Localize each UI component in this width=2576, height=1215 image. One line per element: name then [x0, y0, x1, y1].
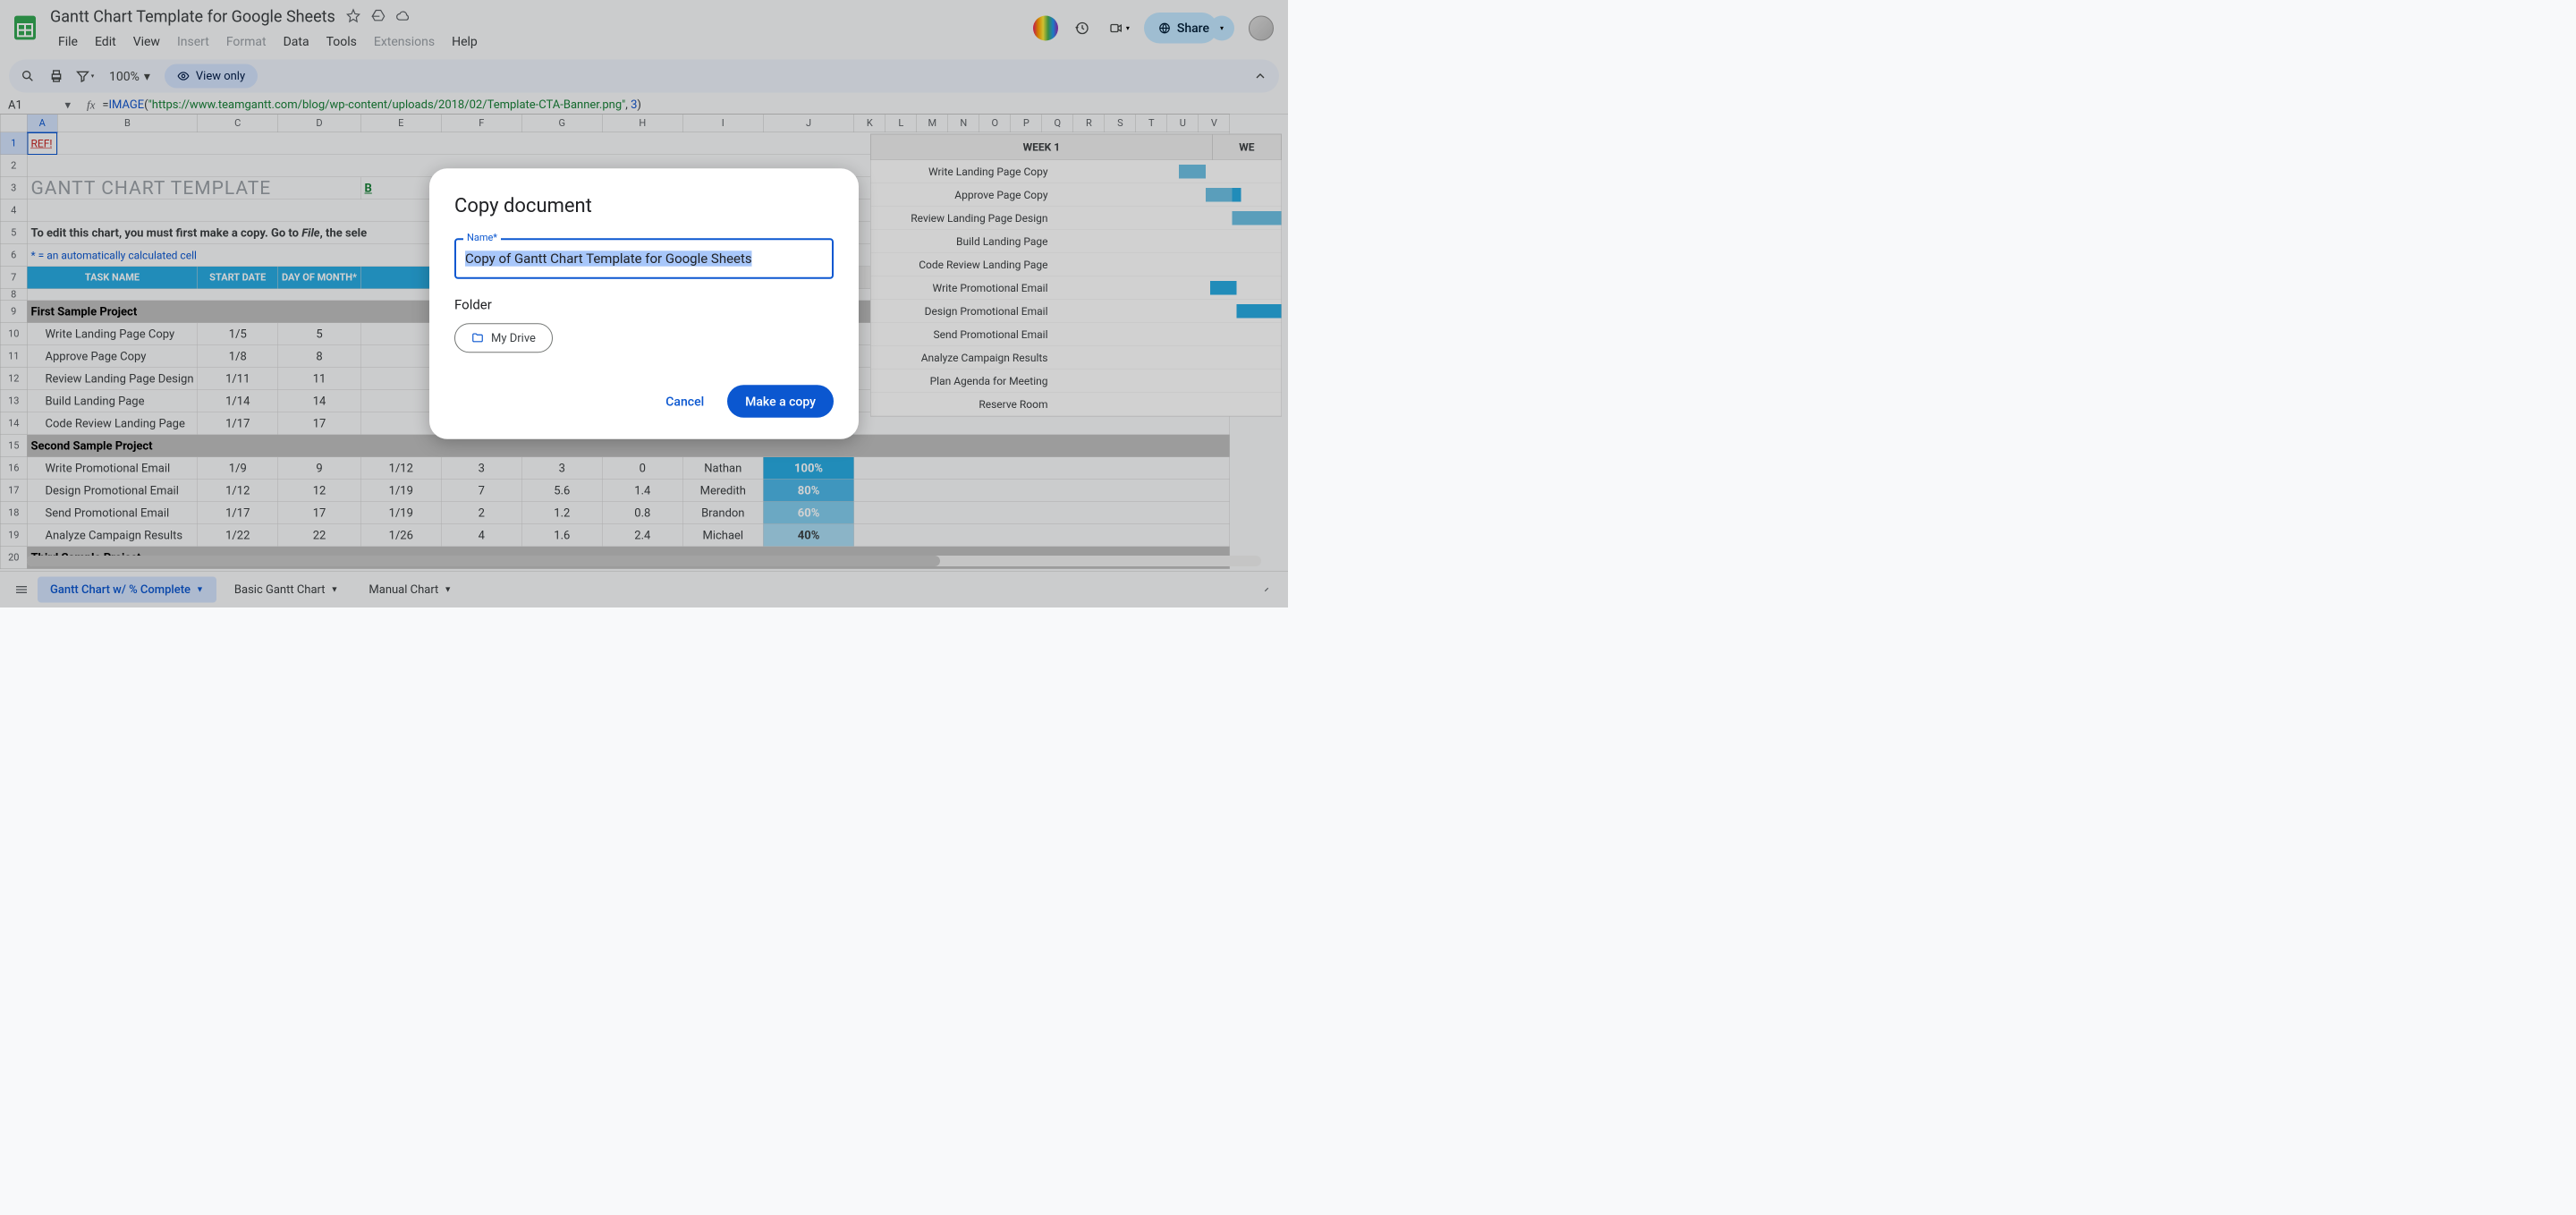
- name-input[interactable]: Copy of Gantt Chart Template for Google …: [454, 238, 834, 279]
- folder-chip[interactable]: My Drive: [454, 323, 553, 353]
- modal-title: Copy document: [454, 193, 834, 217]
- folder-icon: [471, 332, 484, 344]
- cancel-button[interactable]: Cancel: [655, 385, 715, 418]
- folder-label: Folder: [454, 297, 834, 313]
- make-copy-button[interactable]: Make a copy: [727, 385, 834, 418]
- name-field-label: Name*: [463, 232, 501, 243]
- copy-document-dialog: Copy document Name* Copy of Gantt Chart …: [429, 168, 859, 439]
- folder-name: My Drive: [491, 331, 536, 344]
